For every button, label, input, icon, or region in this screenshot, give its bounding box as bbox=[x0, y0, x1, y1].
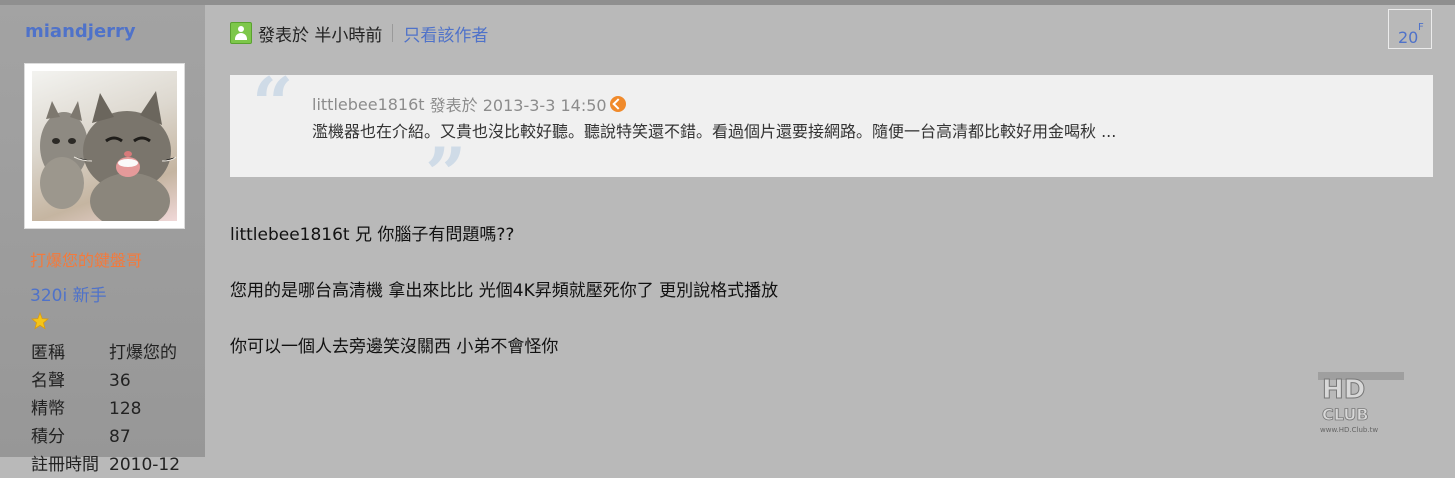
user-sidebar: miandjerry 打爆您的鍵盤哥 320i 新手 匿稱 打爆您的 名聲 36… bbox=[0, 5, 205, 475]
stat-row-coins: 精幣 128 bbox=[31, 394, 180, 422]
quote-author: littlebee1816t bbox=[312, 94, 425, 114]
svg-text:www.HD.Club.tw: www.HD.Club.tw bbox=[1320, 426, 1378, 434]
stat-value: 2010-12 bbox=[109, 455, 181, 475]
open-quote-icon: “ bbox=[252, 61, 294, 146]
stat-value: 36 bbox=[109, 371, 131, 391]
floor-suffix: F bbox=[1418, 22, 1424, 33]
hdclub-watermark-logo: HD CLUB www.HD.Club.tw bbox=[1318, 372, 1404, 434]
stat-label: 積分 bbox=[31, 427, 65, 447]
post-time: 發表於 半小時前 bbox=[258, 25, 383, 46]
stat-row-nickname: 匿稱 打爆您的 bbox=[31, 338, 180, 366]
stat-label: 註冊時間 bbox=[31, 455, 99, 475]
svg-text:CLUB: CLUB bbox=[1322, 405, 1369, 424]
post-line-2: 您用的是哪台高清機 拿出來比比 光個4K昇頻就壓死你了 更別說格式播放 bbox=[230, 281, 779, 301]
quote-meta: littlebee1816t 發表於 2013-3-3 14:50 bbox=[312, 92, 626, 116]
quote-time: 發表於 2013-3-3 14:50 bbox=[429, 96, 607, 115]
username-link[interactable]: miandjerry bbox=[25, 21, 136, 42]
stat-value: 打爆您的 bbox=[109, 343, 177, 363]
stat-label: 匿稱 bbox=[31, 343, 65, 363]
top-border bbox=[0, 0, 1455, 5]
stat-label: 名聲 bbox=[31, 371, 65, 391]
online-status-icon bbox=[230, 22, 252, 44]
back-to-quote-icon[interactable] bbox=[609, 96, 626, 112]
post-header: 發表於 半小時前 只看該作者 bbox=[230, 20, 488, 46]
quote-block: “ ” littlebee1816t 發表於 2013-3-3 14:50 濫機… bbox=[230, 61, 1433, 216]
user-stats: 匿稱 打爆您的 名聲 36 精幣 128 積分 87 註冊時間 2010-12 bbox=[31, 338, 180, 478]
avatar-image bbox=[32, 71, 177, 221]
star-icon bbox=[31, 312, 49, 330]
stat-row-reputation: 名聲 36 bbox=[31, 366, 180, 394]
avatar[interactable] bbox=[24, 63, 185, 229]
post-line-1: littlebee1816t 兄 你腦子有問題嗎?? bbox=[230, 225, 515, 245]
stat-row-register-time: 註冊時間 2010-12 bbox=[31, 450, 180, 478]
user-title: 打爆您的鍵盤哥 bbox=[30, 251, 143, 270]
stat-value: 128 bbox=[109, 399, 142, 419]
floor-number-link[interactable]: 20 F bbox=[1388, 9, 1432, 49]
stat-row-points: 積分 87 bbox=[31, 422, 180, 450]
user-rank-link[interactable]: 320i 新手 bbox=[30, 281, 107, 306]
separator bbox=[392, 24, 394, 42]
stat-value: 87 bbox=[109, 427, 131, 447]
view-author-only-link[interactable]: 只看該作者 bbox=[403, 21, 488, 46]
svg-text:HD: HD bbox=[1322, 375, 1365, 405]
avatar-cats-illustration bbox=[40, 91, 177, 221]
quote-text: 濫機器也在介紹。又貴也沒比較好聽。聽說特笑還不錯。看過個片還要接網路。隨便一台高… bbox=[312, 122, 1117, 141]
floor-number: 20 bbox=[1398, 28, 1419, 47]
post-line-3: 你可以一個人去旁邊笑沒關西 小弟不會怪你 bbox=[230, 337, 559, 357]
stat-label: 精幣 bbox=[31, 399, 65, 419]
